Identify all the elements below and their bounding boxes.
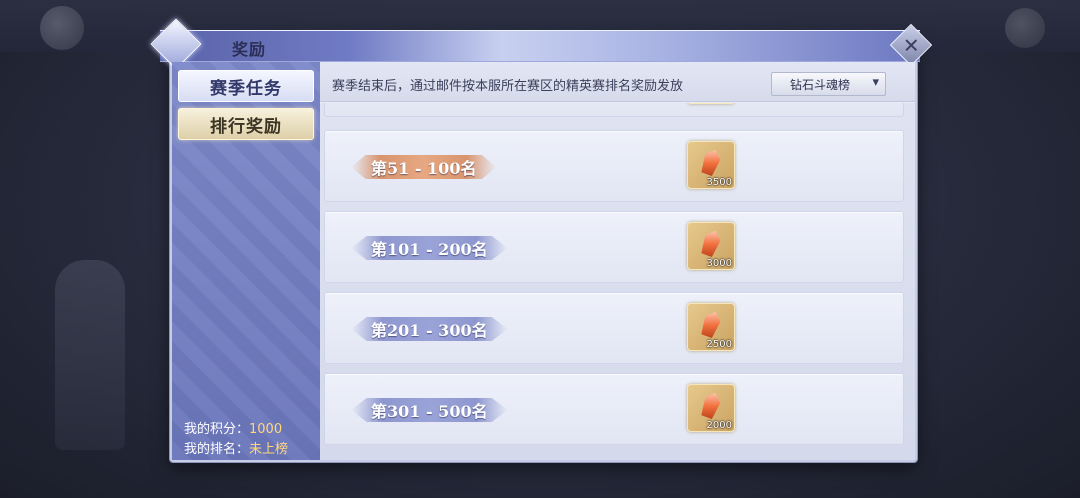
orange-gem-icon [699, 147, 723, 177]
tab-rank-rewards[interactable]: 排行奖励 [178, 108, 314, 140]
background-avatar-right [1005, 8, 1045, 48]
sidebar: 赛季任务 排行奖励 我的积分：1000 我的排名：未上榜 [172, 62, 320, 460]
reward-item[interactable]: 3500 [687, 141, 735, 189]
my-score: 我的积分：1000 [184, 418, 282, 437]
leaderboard-select-value: 钻石斗魂榜 [790, 77, 851, 92]
reward-quantity: 2500 [706, 339, 732, 350]
tab-season-tasks[interactable]: 赛季任务 [178, 70, 314, 102]
my-rank: 我的排名：未上榜 [184, 438, 288, 457]
reward-item[interactable]: 3000 [687, 222, 735, 270]
orange-gem-icon [699, 228, 723, 258]
orange-gem-icon [699, 390, 723, 420]
reward-item[interactable]: 2000 [687, 384, 735, 432]
chevron-down-icon: ▾ [872, 75, 879, 90]
leaderboard-select[interactable]: 钻石斗魂榜 ▾ [771, 72, 886, 96]
rank-range-label: 第101 - 200名 [355, 234, 504, 262]
reward-row: 第301 - 500名 2000 [324, 373, 904, 445]
reward-item[interactable]: 4000 [687, 103, 735, 104]
orange-gem-icon [699, 309, 723, 339]
my-rank-value: 未上榜 [249, 442, 289, 457]
my-score-label: 我的积分： [184, 422, 250, 437]
panel-title: 奖励 [232, 40, 267, 59]
reward-row: 第51 - 100名 3500 [324, 130, 904, 202]
reward-quantity: 3000 [706, 258, 732, 269]
my-rank-label: 我的排名： [184, 442, 250, 457]
reward-row-partial: 4000 [324, 103, 904, 117]
title-bar [160, 30, 920, 62]
rank-range-label: 第201 - 300名 [355, 315, 504, 343]
reward-row: 第101 - 200名 3000 [324, 211, 904, 283]
reward-list[interactable]: 4000 第51 - 100名 3500 第101 - 200名 3000 第2… [320, 103, 915, 460]
reward-quantity: 3500 [706, 177, 732, 188]
my-score-value: 1000 [249, 422, 283, 437]
reward-item[interactable]: 2500 [687, 303, 735, 351]
close-icon: ✕ [902, 32, 920, 57]
reward-row: 第201 - 300名 2500 [324, 292, 904, 364]
notice-text: 赛季结束后，通过邮件按本服所在赛区的精英赛排名奖励发放 [332, 79, 684, 94]
rank-range-label: 第51 - 100名 [355, 153, 492, 181]
background-avatar [40, 6, 84, 50]
reward-quantity: 2000 [706, 420, 732, 431]
background-character [55, 260, 125, 450]
rank-range-label: 第301 - 500名 [355, 396, 504, 424]
